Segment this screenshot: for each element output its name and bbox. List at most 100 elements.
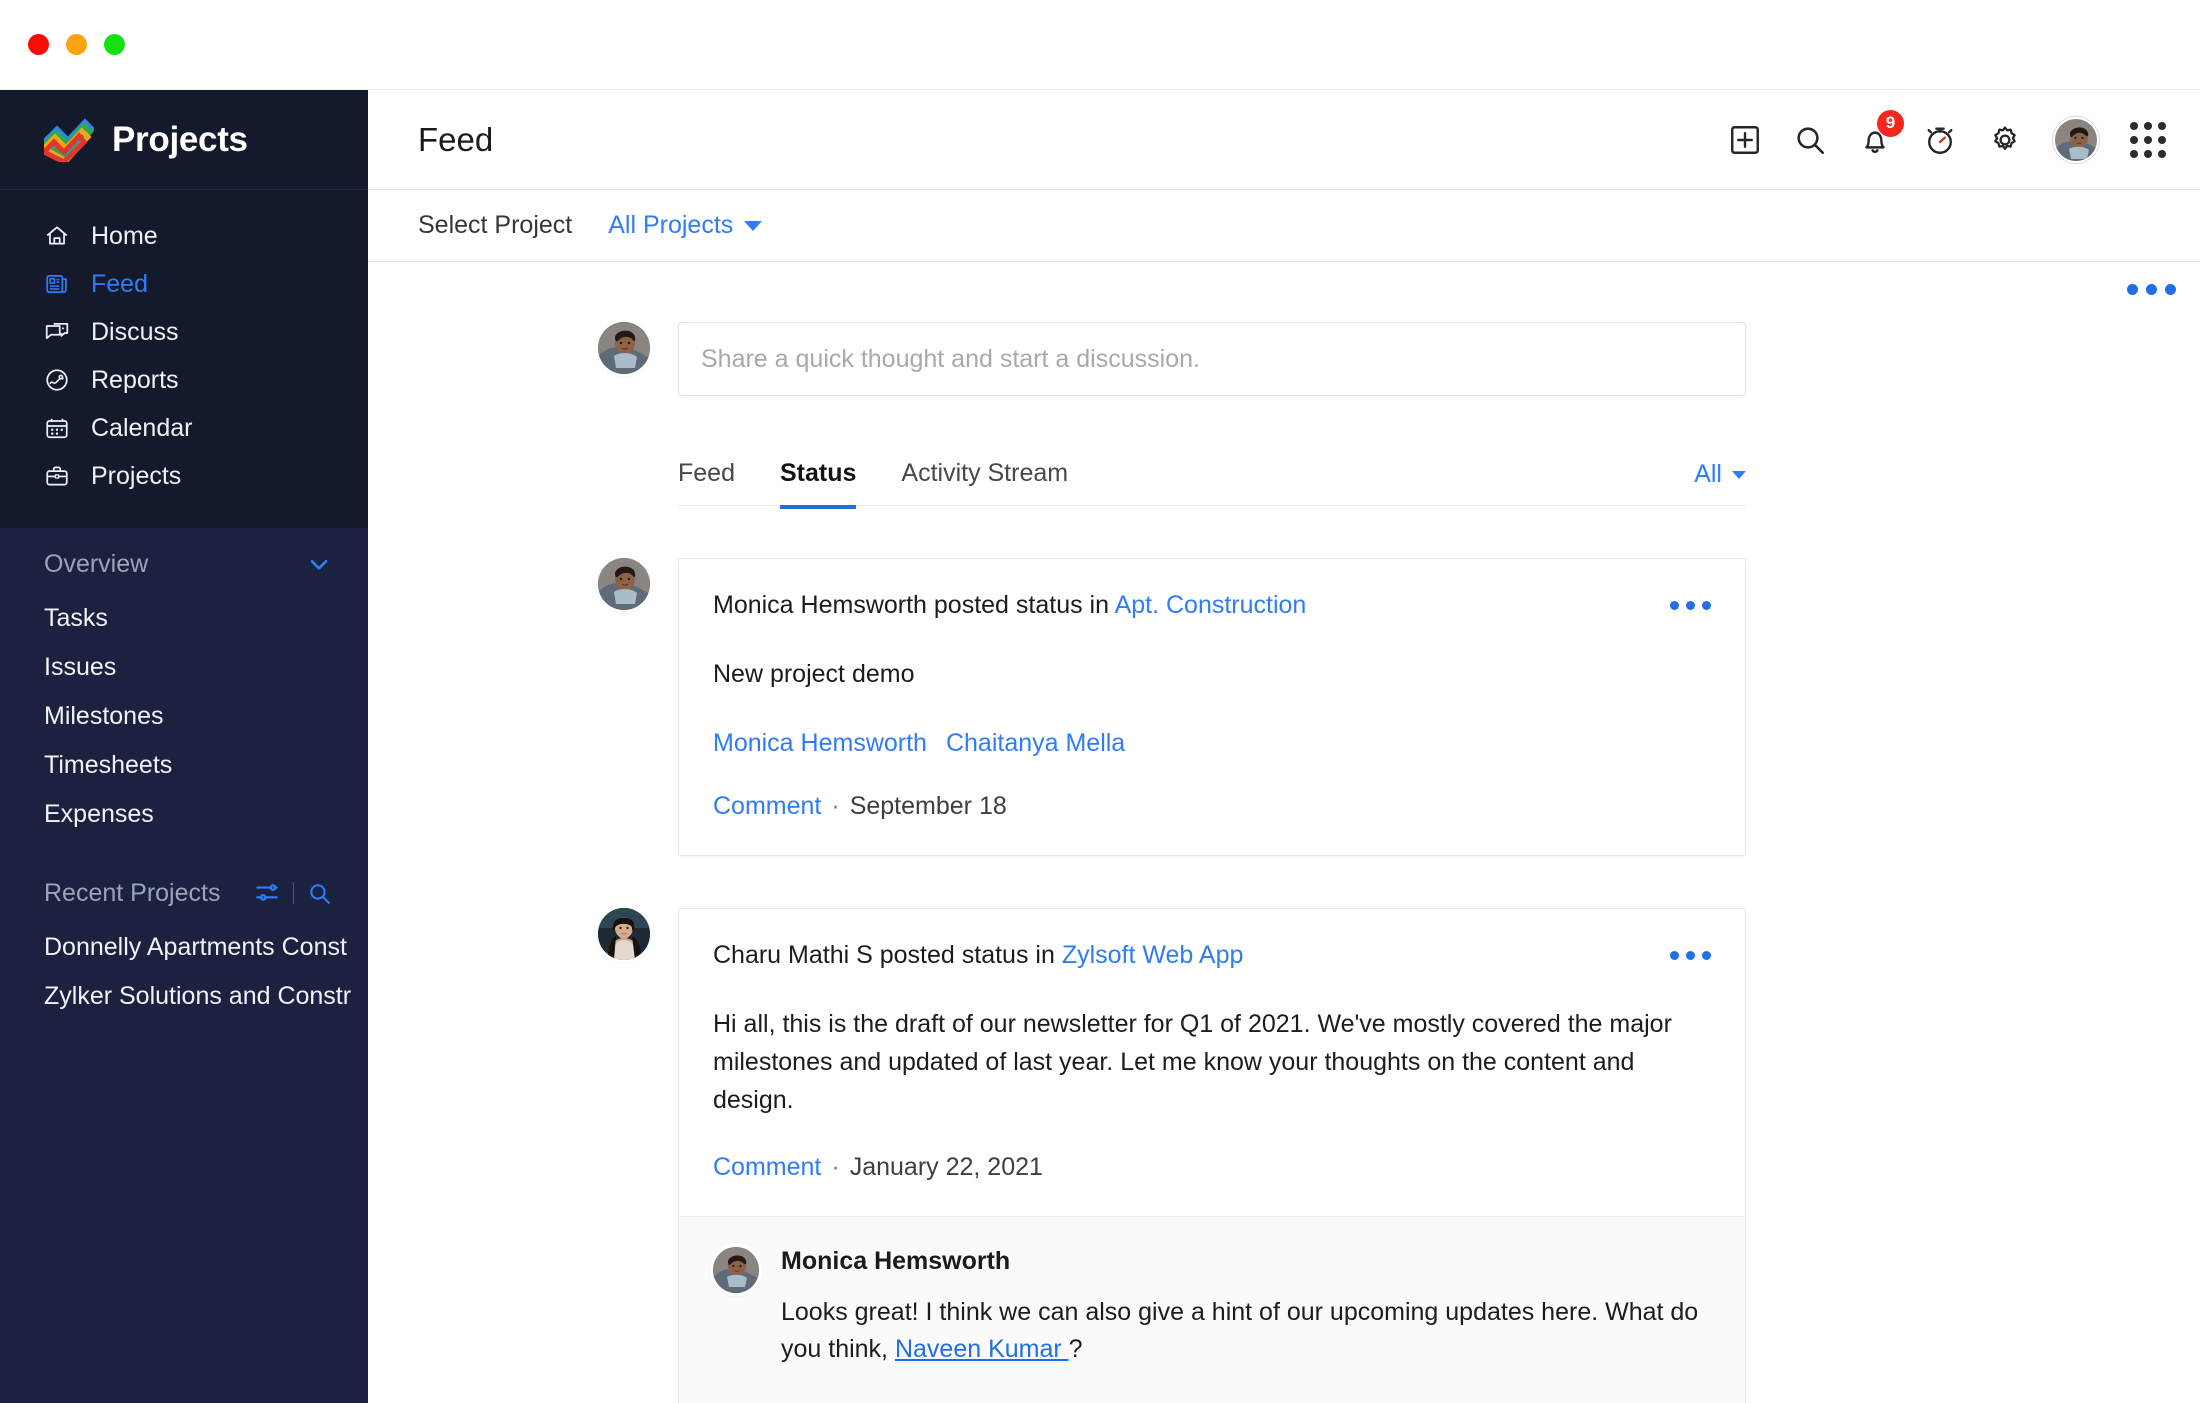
sidebar-item-tasks[interactable]: Tasks xyxy=(0,594,368,643)
bell-notification-icon[interactable]: 9 xyxy=(1858,109,1904,157)
post-mention-link[interactable]: Chaitanya Mella xyxy=(946,729,1125,757)
feed-filter-dropdown[interactable]: All xyxy=(1694,460,1746,505)
sidebar-item-label: Expenses xyxy=(44,800,154,828)
tab-activity-stream[interactable]: Activity Stream xyxy=(901,459,1068,509)
sidebar-item-calendar[interactable]: Calendar xyxy=(0,404,368,452)
page-title: Feed xyxy=(418,120,494,158)
post-author: Monica Hemsworth xyxy=(713,591,927,619)
window-titlebar xyxy=(0,0,2200,90)
sidebar-item-discuss[interactable]: Discuss xyxy=(0,308,368,356)
post-meta: Comment · January 22, 2021 xyxy=(713,1153,1711,1182)
comment-button[interactable]: Comment xyxy=(713,1153,821,1182)
post-more-options-icon[interactable] xyxy=(1670,939,1711,960)
project-selector-bar: Select Project All Projects xyxy=(368,190,2200,262)
comment-button[interactable]: Comment xyxy=(713,792,821,821)
post-header: Monica Hemsworth posted status in Apt. C… xyxy=(713,589,1711,623)
gear-settings-icon[interactable] xyxy=(1988,123,2022,157)
feed-filter-value: All xyxy=(1694,460,1722,488)
app-body: Projects Home Feed Discuss Reports Calen… xyxy=(0,90,2200,1403)
apps-grid-icon[interactable] xyxy=(2130,121,2166,158)
sidebar-recent-project-item[interactable]: Donnelly Apartments Const xyxy=(0,923,368,972)
discuss-chat-icon xyxy=(45,323,69,340)
post-mentions: Monica Hemsworth Chaitanya Mella xyxy=(713,729,1711,758)
sidebar-item-issues[interactable]: Issues xyxy=(0,643,368,692)
avatar[interactable] xyxy=(2053,116,2099,163)
top-header: Feed 9 xyxy=(368,90,2200,190)
avatar[interactable] xyxy=(598,322,650,374)
project-dropdown[interactable]: All Projects xyxy=(608,211,763,240)
sidebar-item-timesheets[interactable]: Timesheets xyxy=(0,741,368,790)
feed-more-options-icon[interactable] xyxy=(2127,284,2176,295)
avatar[interactable] xyxy=(598,907,650,960)
brand-header[interactable]: Projects xyxy=(0,90,368,190)
sidebar-item-projects[interactable]: Projects xyxy=(0,452,368,500)
post-card: Charu Mathi S posted status in Zylsoft W… xyxy=(678,907,1746,1403)
comment-body: Monica Hemsworth Looks great! I think we… xyxy=(781,1247,1711,1403)
sidebar-item-label: Donnelly Apartments Const xyxy=(44,933,347,961)
add-box-icon[interactable] xyxy=(1728,123,1762,157)
post-date: January 22, 2021 xyxy=(849,1152,1043,1181)
sliders-filter-icon[interactable] xyxy=(254,880,280,906)
home-icon xyxy=(46,226,68,245)
sidebar-item-label: Reports xyxy=(91,365,179,394)
window-controls xyxy=(28,34,125,55)
post-header-text: Monica Hemsworth posted status in Apt. C… xyxy=(713,589,1650,623)
sidebar-item-label: Discuss xyxy=(91,317,179,346)
maximize-window-button[interactable] xyxy=(104,34,125,55)
post-project-link[interactable]: Apt. Construction xyxy=(1115,591,1307,619)
sidebar-item-home[interactable]: Home xyxy=(0,212,368,260)
post-project-link[interactable]: Zylsoft Web App xyxy=(1062,941,1244,969)
sidebar-item-label: Timesheets xyxy=(44,751,173,779)
app-window: Projects Home Feed Discuss Reports Calen… xyxy=(0,0,2200,1403)
sidebar-item-feed[interactable]: Feed xyxy=(0,260,368,308)
tab-status[interactable]: Status xyxy=(779,459,857,509)
post-header-text: Charu Mathi S posted status in Zylsoft W… xyxy=(713,939,1650,973)
compose-input[interactable]: Share a quick thought and start a discus… xyxy=(678,322,1746,396)
brand-title: Projects xyxy=(112,119,248,159)
post-date: September 18 xyxy=(849,791,1007,820)
minimize-window-button[interactable] xyxy=(66,34,87,55)
reports-chart-icon xyxy=(46,369,68,391)
recent-projects-actions xyxy=(254,880,332,906)
feed-tabs: Feed Status Activity Stream All xyxy=(678,444,1746,509)
post-more-options-icon[interactable] xyxy=(1670,589,1711,610)
search-icon[interactable] xyxy=(1793,123,1827,157)
calendar-icon xyxy=(46,418,68,439)
feed-column: Share a quick thought and start a discus… xyxy=(598,262,1746,1403)
user-avatar-image xyxy=(598,907,650,960)
tab-feed[interactable]: Feed xyxy=(678,459,735,509)
sidebar-recent-project-item[interactable]: Zylker Solutions and Constr xyxy=(0,972,368,1021)
post-action: posted status in xyxy=(872,940,1062,969)
compose-row: Share a quick thought and start a discus… xyxy=(598,322,1746,396)
sidebar-item-milestones[interactable]: Milestones xyxy=(0,692,368,741)
post-action: posted status in xyxy=(926,591,1115,619)
sidebar-item-label: Home xyxy=(91,221,158,250)
avatar[interactable] xyxy=(713,1246,759,1293)
user-avatar-image xyxy=(598,558,650,610)
sidebar-item-label: Issues xyxy=(44,653,117,681)
sidebar-item-label: Projects xyxy=(91,461,182,490)
feed-icon xyxy=(46,275,67,293)
post-header: Charu Mathi S posted status in Zylsoft W… xyxy=(713,939,1711,973)
sidebar-item-reports[interactable]: Reports xyxy=(0,356,368,404)
sidebar-group-overview[interactable]: Overview xyxy=(0,534,368,594)
avatar[interactable] xyxy=(598,558,650,610)
post-card: Monica Hemsworth posted status in Apt. C… xyxy=(678,558,1746,856)
sidebar-item-expenses[interactable]: Expenses xyxy=(0,790,368,839)
chevron-down-icon[interactable] xyxy=(306,551,332,577)
chevron-down-icon xyxy=(1732,470,1746,479)
post-meta: Comment · September 18 xyxy=(713,792,1711,821)
sidebar: Projects Home Feed Discuss Reports Calen… xyxy=(0,90,368,1403)
post-mention-link[interactable]: Monica Hemsworth xyxy=(713,729,927,757)
search-icon[interactable] xyxy=(307,881,332,906)
close-window-button[interactable] xyxy=(28,34,49,55)
timer-icon[interactable] xyxy=(1923,123,1957,157)
sidebar-group-recent-projects: Recent Projects xyxy=(0,863,368,923)
header-actions: 9 xyxy=(1728,109,2166,163)
feed-post: Monica Hemsworth posted status in Apt. C… xyxy=(598,558,1746,856)
feed-scroll-area[interactable]: Share a quick thought and start a discus… xyxy=(368,262,2200,1403)
comment-mention-link[interactable]: Naveen Kumar xyxy=(895,1335,1069,1363)
select-project-label: Select Project xyxy=(418,211,573,239)
notification-badge: 9 xyxy=(1877,109,1904,137)
user-avatar-image xyxy=(713,1246,759,1293)
